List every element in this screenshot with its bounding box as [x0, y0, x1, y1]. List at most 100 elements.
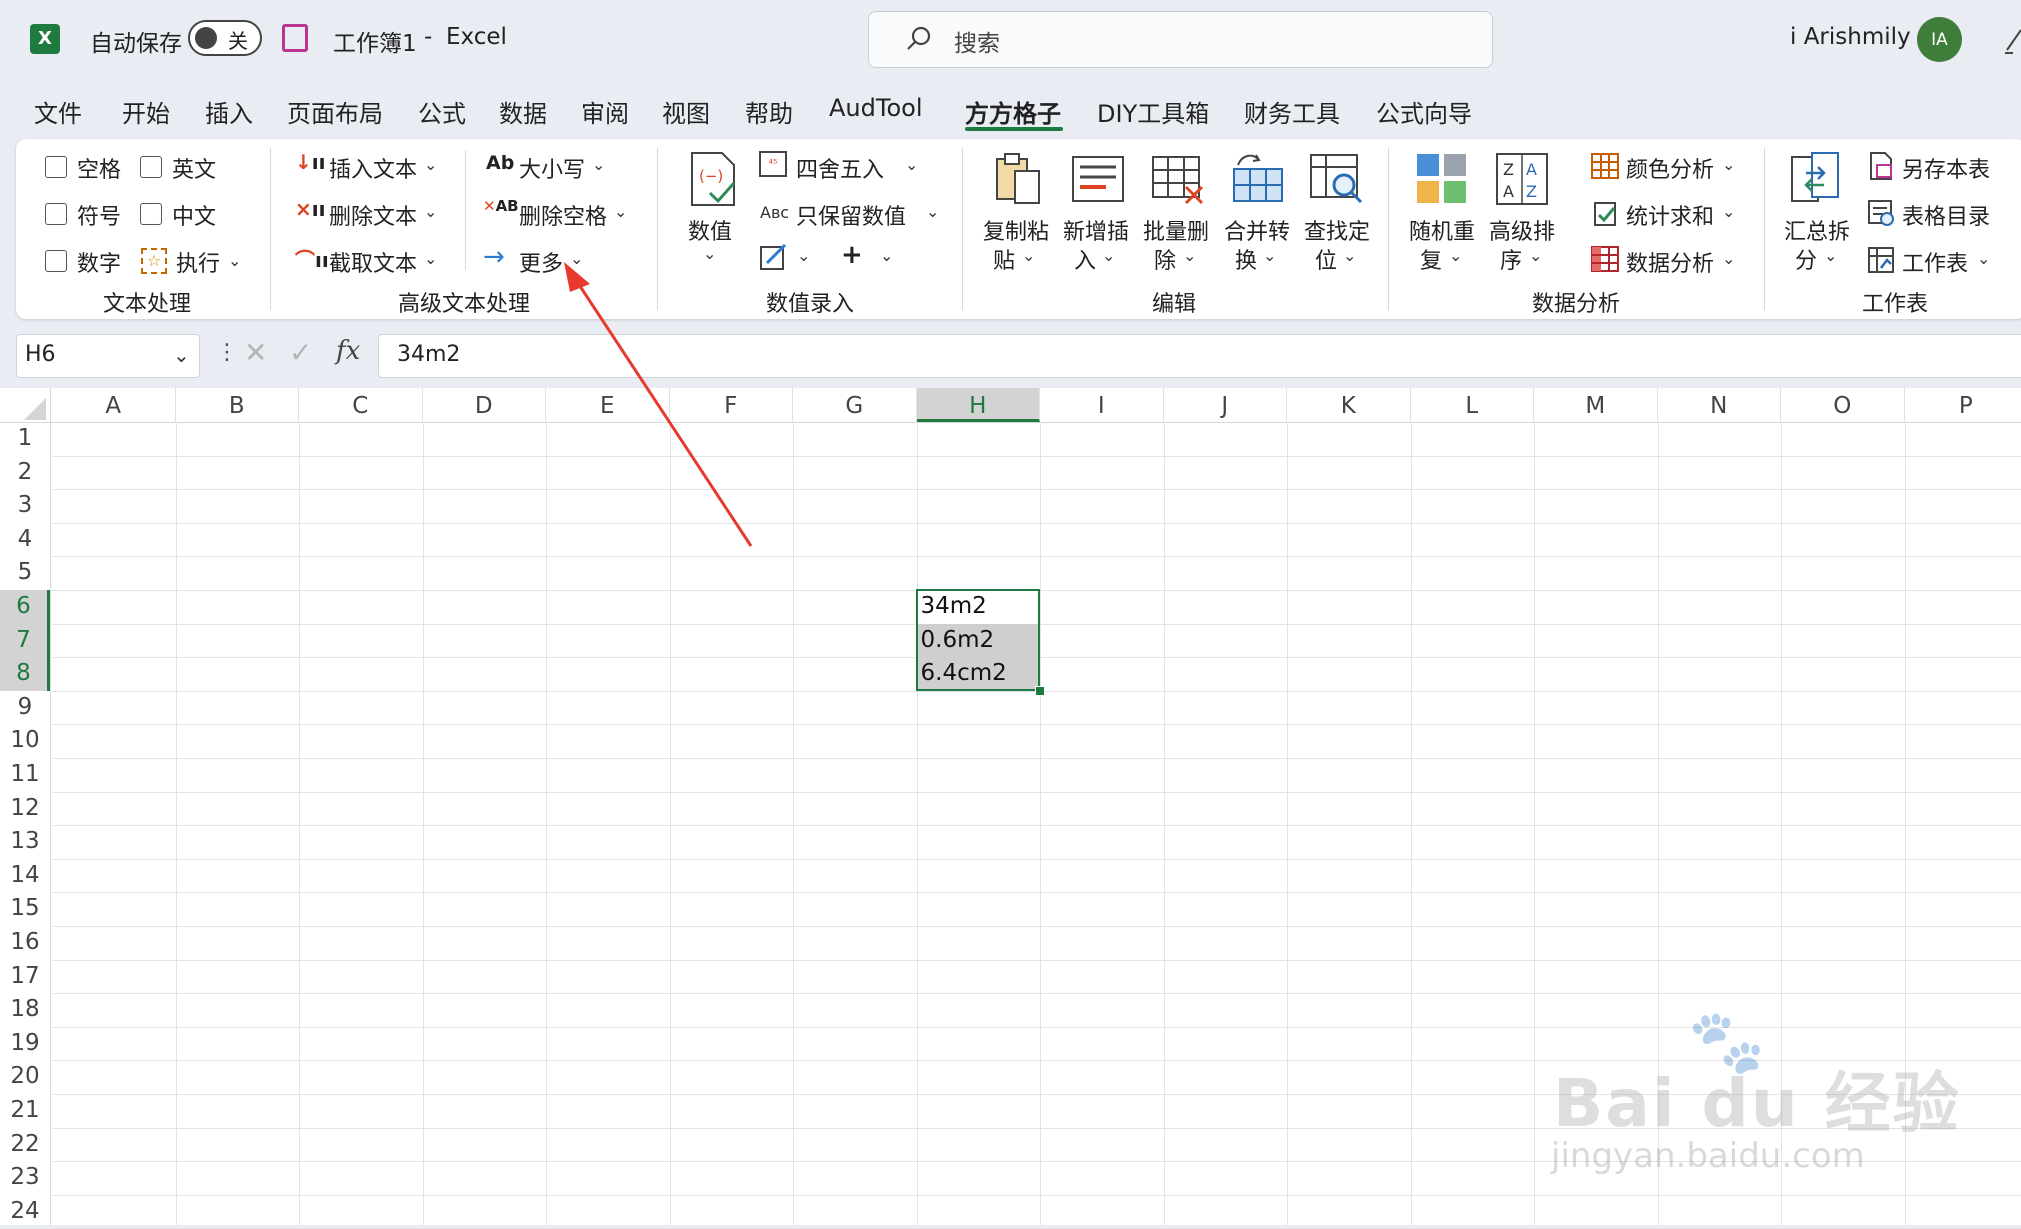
row-header-6[interactable]: 6	[0, 590, 50, 624]
row-header-9[interactable]: 9	[0, 691, 50, 725]
fill-handle[interactable]	[1035, 686, 1045, 696]
formula-value: 34m2	[397, 342, 460, 367]
column-header-n[interactable]: N	[1658, 388, 1782, 422]
keep-values-button[interactable]: 只保留数值	[796, 199, 906, 231]
row-header-23[interactable]: 23	[0, 1161, 50, 1195]
divider	[465, 150, 466, 270]
column-header-c[interactable]: C	[299, 388, 423, 422]
extract-text-button[interactable]: 截取文本	[329, 246, 417, 278]
tab-audtool[interactable]: AudTool	[829, 94, 922, 122]
column-header-b[interactable]: B	[176, 388, 300, 422]
row-header-15[interactable]: 15	[0, 892, 50, 926]
select-all-corner[interactable]	[0, 388, 51, 422]
column-header-d[interactable]: D	[423, 388, 547, 422]
data-analysis-button[interactable]: 数据分析	[1626, 246, 1714, 278]
edit-form-icon[interactable]	[759, 243, 789, 271]
column-header-k[interactable]: K	[1287, 388, 1411, 422]
row-header-8[interactable]: 8	[0, 657, 50, 691]
copy-paste-label-1[interactable]: 复制粘	[983, 214, 1049, 246]
row-header-3[interactable]: 3	[0, 489, 50, 523]
avatar[interactable]: IA	[1917, 17, 1962, 62]
checkbox-english[interactable]	[140, 156, 162, 178]
pen-icon[interactable]	[2005, 26, 2021, 54]
advanced-sort-label-1[interactable]: 高级排	[1489, 214, 1555, 246]
case-button[interactable]: 大小写	[519, 152, 585, 184]
tab-formulas[interactable]: 公式	[418, 94, 466, 129]
checkbox-number[interactable]	[45, 250, 67, 272]
row-header-22[interactable]: 22	[0, 1128, 50, 1162]
random-repeat-label-1[interactable]: 随机重	[1409, 214, 1475, 246]
row-header-13[interactable]: 13	[0, 825, 50, 859]
tab-insert[interactable]: 插入	[205, 94, 253, 129]
row-header-5[interactable]: 5	[0, 556, 50, 590]
row-header-21[interactable]: 21	[0, 1094, 50, 1128]
numeric-value-button[interactable]: 数值	[688, 214, 732, 246]
row-header-2[interactable]: 2	[0, 456, 50, 490]
tab-data[interactable]: 数据	[499, 94, 547, 129]
tab-diy-toolbox[interactable]: DIY工具箱	[1097, 94, 1209, 129]
tab-formula-wizard[interactable]: 公式向导	[1376, 94, 1472, 129]
row-header-16[interactable]: 16	[0, 926, 50, 960]
more-options-icon[interactable]: ⋮	[216, 340, 238, 365]
row-header-17[interactable]: 17	[0, 960, 50, 994]
round-button[interactable]: 四舍五入	[796, 152, 884, 184]
row-header-20[interactable]: 20	[0, 1060, 50, 1094]
tab-file[interactable]: 文件	[34, 94, 82, 129]
delete-spaces-button[interactable]: 删除空格	[519, 199, 607, 231]
column-header-j[interactable]: J	[1164, 388, 1288, 422]
worksheet-button[interactable]: 工作表	[1902, 246, 1968, 278]
row-header-7[interactable]: 7	[0, 624, 50, 658]
checkbox-chinese[interactable]	[140, 203, 162, 225]
merge-convert-label-1[interactable]: 合并转	[1224, 214, 1290, 246]
name-box[interactable]: H6 ⌄	[16, 334, 200, 378]
tab-review[interactable]: 审阅	[581, 94, 629, 129]
tab-view[interactable]: 视图	[662, 94, 710, 129]
column-header-p[interactable]: P	[1905, 388, 2021, 422]
execute-button[interactable]: 执行	[176, 246, 220, 278]
column-header-m[interactable]: M	[1534, 388, 1658, 422]
search-box[interactable]: 搜索	[868, 11, 1493, 68]
column-header-a[interactable]: A	[52, 388, 176, 422]
row-header-19[interactable]: 19	[0, 1027, 50, 1061]
delete-text-button[interactable]: 删除文本	[329, 199, 417, 231]
more-button[interactable]: 更多	[519, 246, 563, 278]
insert-function-icon[interactable]: fx	[336, 336, 360, 366]
row-header-18[interactable]: 18	[0, 993, 50, 1027]
row-header-1[interactable]: 1	[0, 422, 50, 456]
row-header-11[interactable]: 11	[0, 758, 50, 792]
chevron-down-icon: ⌄	[1824, 246, 1837, 265]
row-header-12[interactable]: 12	[0, 792, 50, 826]
find-locate-label-1[interactable]: 查找定	[1304, 214, 1370, 246]
color-analysis-button[interactable]: 颜色分析	[1626, 152, 1714, 184]
checkbox-symbol[interactable]	[45, 203, 67, 225]
chevron-down-icon[interactable]: ⌄	[173, 343, 190, 367]
batch-delete-label-1[interactable]: 批量删	[1143, 214, 1209, 246]
save-as-table-button[interactable]: 另存本表	[1902, 152, 1990, 184]
tab-fangfanggezi[interactable]: 方方格子	[965, 94, 1061, 129]
summary-split-label-1[interactable]: 汇总拆	[1784, 214, 1850, 246]
row-header-4[interactable]: 4	[0, 523, 50, 557]
column-header-h[interactable]: H	[917, 388, 1041, 422]
column-header-o[interactable]: O	[1781, 388, 1905, 422]
search-icon	[905, 25, 933, 53]
tab-finance-tools[interactable]: 财务工具	[1244, 94, 1340, 129]
add-insert-label-1[interactable]: 新增插	[1063, 214, 1129, 246]
save-icon[interactable]	[282, 24, 308, 52]
confirm-icon[interactable]: ✓	[289, 336, 312, 369]
row-header-10[interactable]: 10	[0, 724, 50, 758]
insert-text-button[interactable]: 插入文本	[329, 152, 417, 184]
plus-icon[interactable]: +	[841, 240, 863, 270]
column-header-i[interactable]: I	[1040, 388, 1164, 422]
tab-help[interactable]: 帮助	[745, 94, 793, 129]
stat-sum-button[interactable]: 统计求和	[1626, 199, 1714, 231]
autosave-toggle[interactable]: 关	[188, 20, 262, 56]
column-header-g[interactable]: G	[793, 388, 917, 422]
column-header-l[interactable]: L	[1411, 388, 1535, 422]
table-directory-button[interactable]: 表格目录	[1902, 199, 1990, 231]
checkbox-space[interactable]	[45, 156, 67, 178]
tab-home[interactable]: 开始	[122, 94, 170, 129]
cancel-icon[interactable]: ✕	[244, 336, 267, 369]
tab-page-layout[interactable]: 页面布局	[287, 94, 383, 129]
row-header-14[interactable]: 14	[0, 859, 50, 893]
row-header-24[interactable]: 24	[0, 1195, 50, 1229]
